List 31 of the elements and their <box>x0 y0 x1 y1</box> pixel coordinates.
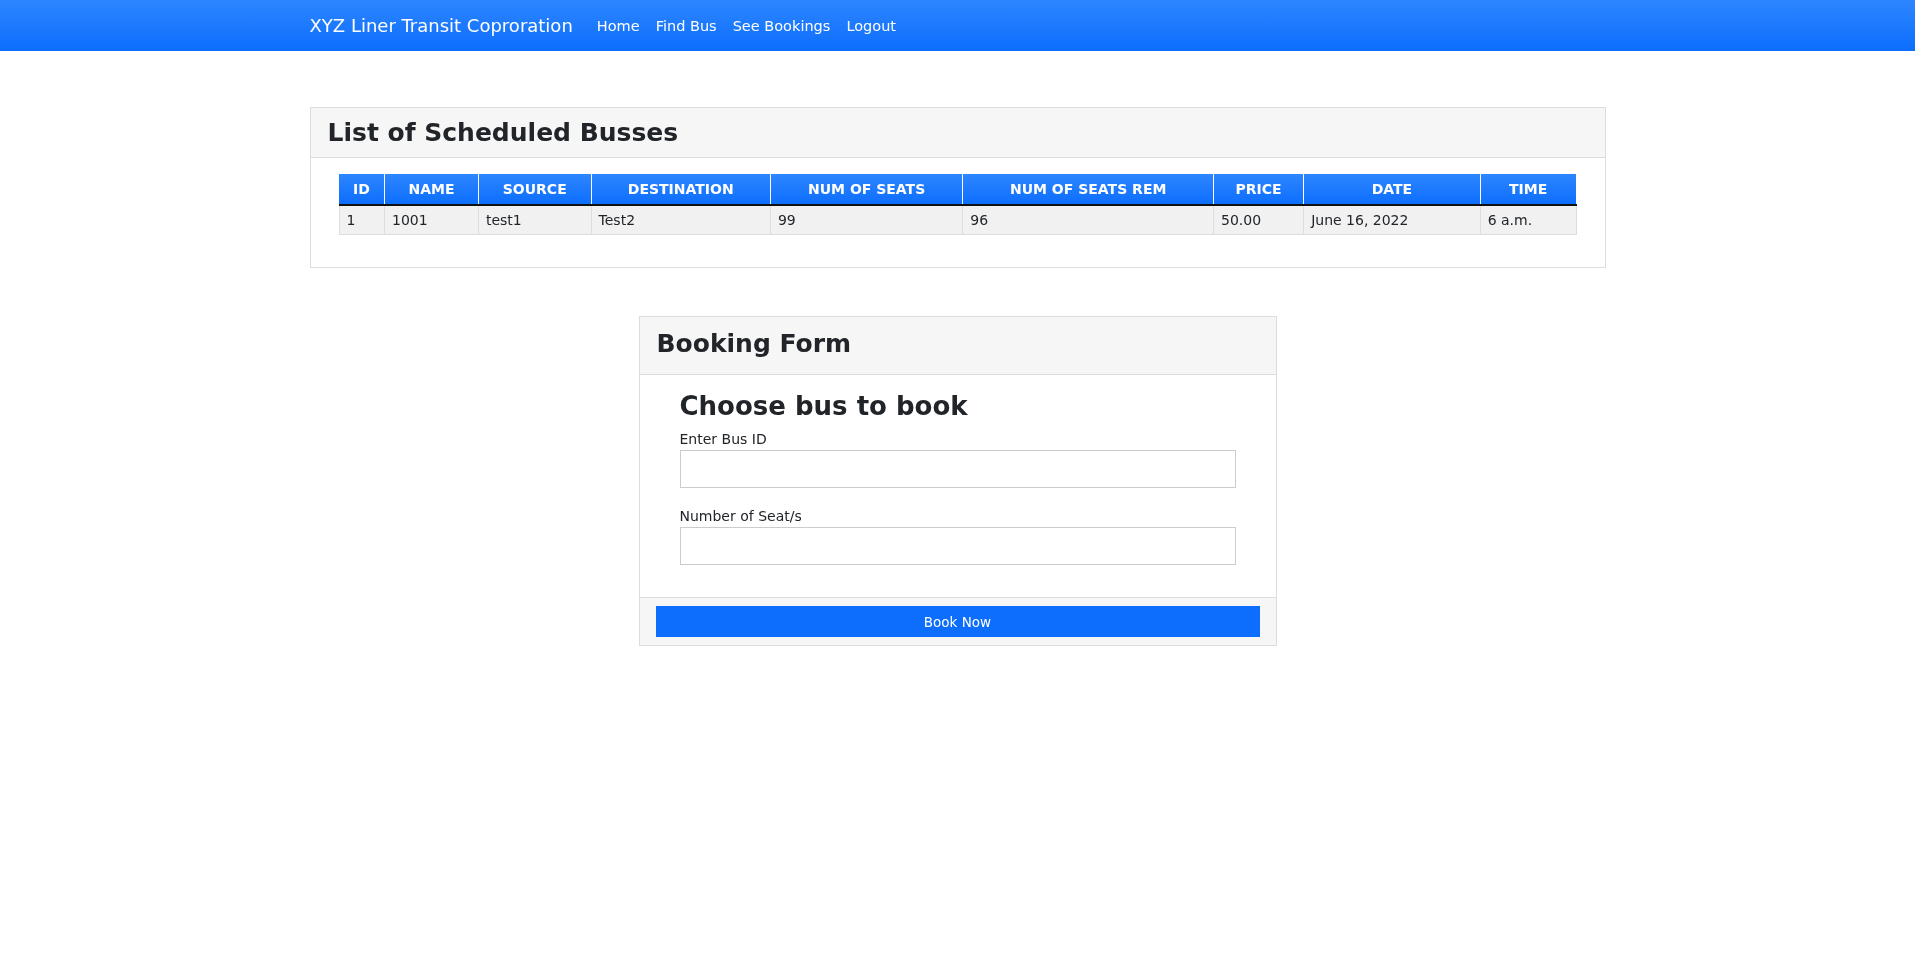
table-cell: 1 <box>339 205 385 235</box>
table-cell: 50.00 <box>1213 205 1304 235</box>
column-header: NUM OF SEATS <box>770 174 963 205</box>
panel-title: Booking Form <box>656 329 853 358</box>
nav-link[interactable]: Find Bus <box>655 17 717 34</box>
table-cell: 99 <box>770 205 963 235</box>
form-heading: Choose bus to book <box>679 391 969 421</box>
column-header: NAME <box>384 174 479 205</box>
table-cell: 1001 <box>384 205 479 235</box>
column-header: ID <box>339 174 385 205</box>
nav-link[interactable]: Logout <box>846 17 897 34</box>
input-field[interactable] <box>679 527 1236 565</box>
book-now-button[interactable]: Book Now <box>655 606 1260 637</box>
column-header: TIME <box>1480 174 1576 205</box>
column-header: DATE <box>1303 174 1481 205</box>
nav-link[interactable]: Home <box>596 17 640 34</box>
column-header: SOURCE <box>478 174 592 205</box>
table-cell: 6 a.m. <box>1480 205 1576 235</box>
table-cell: Test2 <box>591 205 771 235</box>
table-cell: June 16, 2022 <box>1303 205 1481 235</box>
table-cell: test1 <box>478 205 592 235</box>
column-header: PRICE <box>1213 174 1304 205</box>
input-field[interactable] <box>679 450 1236 488</box>
column-header: DESTINATION <box>591 174 771 205</box>
nav-link[interactable]: See Bookings <box>732 17 831 34</box>
table-cell: 96 <box>962 205 1214 235</box>
field-label: Number of Seat/s <box>679 508 803 524</box>
field-label: Enter Bus ID <box>679 431 768 447</box>
brand-link[interactable]: XYZ Liner Transit Coproration <box>309 15 573 36</box>
panel-title: List of Scheduled Busses <box>327 118 680 147</box>
column-header: NUM OF SEATS REM <box>962 174 1214 205</box>
